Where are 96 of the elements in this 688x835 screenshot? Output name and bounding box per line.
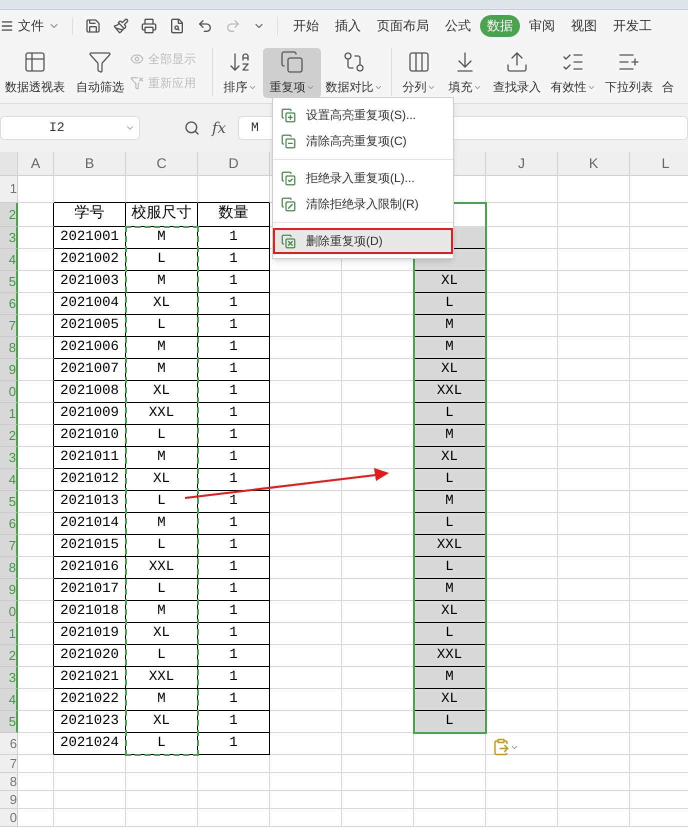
table-cell: 1 — [198, 557, 270, 579]
table-cell: M — [414, 491, 486, 513]
table-cell: M — [414, 337, 486, 359]
table-cell: 1 — [198, 623, 270, 645]
table-cell: XXL — [126, 403, 198, 425]
table-cell: 1 — [198, 293, 270, 315]
table-cell: XL — [126, 381, 198, 403]
table-cell: L — [126, 579, 198, 601]
table-cell: L — [126, 249, 198, 271]
table-cell: L — [414, 711, 486, 733]
table-cell: XXL — [414, 381, 486, 403]
table-cell: 2021012 — [54, 469, 126, 491]
table-cell: XXL — [414, 535, 486, 557]
table-cell: 1 — [198, 227, 270, 249]
table-cell: 2021001 — [54, 227, 126, 249]
table-header-cell: 学号 — [54, 203, 126, 227]
table-cell: 1 — [198, 403, 270, 425]
table-cell: 1 — [198, 733, 270, 755]
table-cell: XL — [126, 469, 198, 491]
table-cell: 1 — [198, 359, 270, 381]
table-cell: 1 — [198, 579, 270, 601]
table-cell: L — [414, 513, 486, 535]
table-cell: M — [126, 337, 198, 359]
table-cell: XL — [414, 689, 486, 711]
table-cell: 2021016 — [54, 557, 126, 579]
table-cell: M — [126, 689, 198, 711]
table-cell: 1 — [198, 381, 270, 403]
table-cell: 2021014 — [54, 513, 126, 535]
table-cell: 1 — [198, 315, 270, 337]
table-cell: 2021006 — [54, 337, 126, 359]
table-cell: XL — [126, 293, 198, 315]
table-cell: L — [126, 425, 198, 447]
table-cell: L — [126, 315, 198, 337]
table-cell: 1 — [198, 425, 270, 447]
table-cell: XL — [414, 447, 486, 469]
table-cell: XXL — [414, 645, 486, 667]
table-cell: 1 — [198, 645, 270, 667]
table-cell: 2021002 — [54, 249, 126, 271]
table-cell: M — [414, 667, 486, 689]
table-cell: 2021023 — [54, 711, 126, 733]
table-cell: 2021013 — [54, 491, 126, 513]
table-cell: 2021004 — [54, 293, 126, 315]
table-cell: L — [414, 557, 486, 579]
table-cell: 2021007 — [54, 359, 126, 381]
table-cell: L — [414, 623, 486, 645]
table-cell: 1 — [198, 711, 270, 733]
table-cell: 2021021 — [54, 667, 126, 689]
table-cell: 1 — [198, 513, 270, 535]
table-cell: 2021011 — [54, 447, 126, 469]
table-cell: L — [414, 403, 486, 425]
table-cell: 2021024 — [54, 733, 126, 755]
table-cell: M — [126, 227, 198, 249]
table-cell: 1 — [198, 249, 270, 271]
table-cell: 2021009 — [54, 403, 126, 425]
table-cell: 1 — [198, 667, 270, 689]
table-cell: L — [126, 535, 198, 557]
table-cell: 1 — [198, 337, 270, 359]
table-cell: M — [126, 271, 198, 293]
table-cell: 1 — [198, 689, 270, 711]
table-cell: 2021005 — [54, 315, 126, 337]
table-cell: M — [414, 315, 486, 337]
table-cell: M — [126, 447, 198, 469]
table-cell: 1 — [198, 271, 270, 293]
table-cell: XXL — [126, 667, 198, 689]
table-cell: 2021022 — [54, 689, 126, 711]
table-cell: 2021008 — [54, 381, 126, 403]
table-cell: 2021003 — [54, 271, 126, 293]
table-cell: 2021010 — [54, 425, 126, 447]
table-cell: M — [126, 359, 198, 381]
table-cell: 1 — [198, 469, 270, 491]
table-cell: XXL — [126, 557, 198, 579]
table-cell: L — [126, 491, 198, 513]
table-cell: M — [414, 579, 486, 601]
table-cell: 2021020 — [54, 645, 126, 667]
table-header-cell: 数量 — [198, 203, 270, 227]
table-cell: L — [126, 645, 198, 667]
table-cell: L — [414, 293, 486, 315]
table-cell: 1 — [198, 535, 270, 557]
table-cell: XL — [414, 359, 486, 381]
table-cell: 2021015 — [54, 535, 126, 557]
table-cell: 1 — [198, 491, 270, 513]
table-cell: 2021019 — [54, 623, 126, 645]
table-cell: XL — [414, 601, 486, 623]
table-header-cell: 校服尺寸 — [126, 203, 198, 227]
table-cell: M — [414, 425, 486, 447]
table-cell: 1 — [198, 601, 270, 623]
table-cell: M — [126, 601, 198, 623]
table-cell: XL — [414, 271, 486, 293]
table-cell: 1 — [198, 447, 270, 469]
table-cell: 2021018 — [54, 601, 126, 623]
table-cell: M — [126, 513, 198, 535]
table-cell: 2021017 — [54, 579, 126, 601]
table-cell: L — [126, 733, 198, 755]
table-cell: XL — [126, 623, 198, 645]
table-cell: XL — [126, 711, 198, 733]
table-cell: L — [414, 469, 486, 491]
